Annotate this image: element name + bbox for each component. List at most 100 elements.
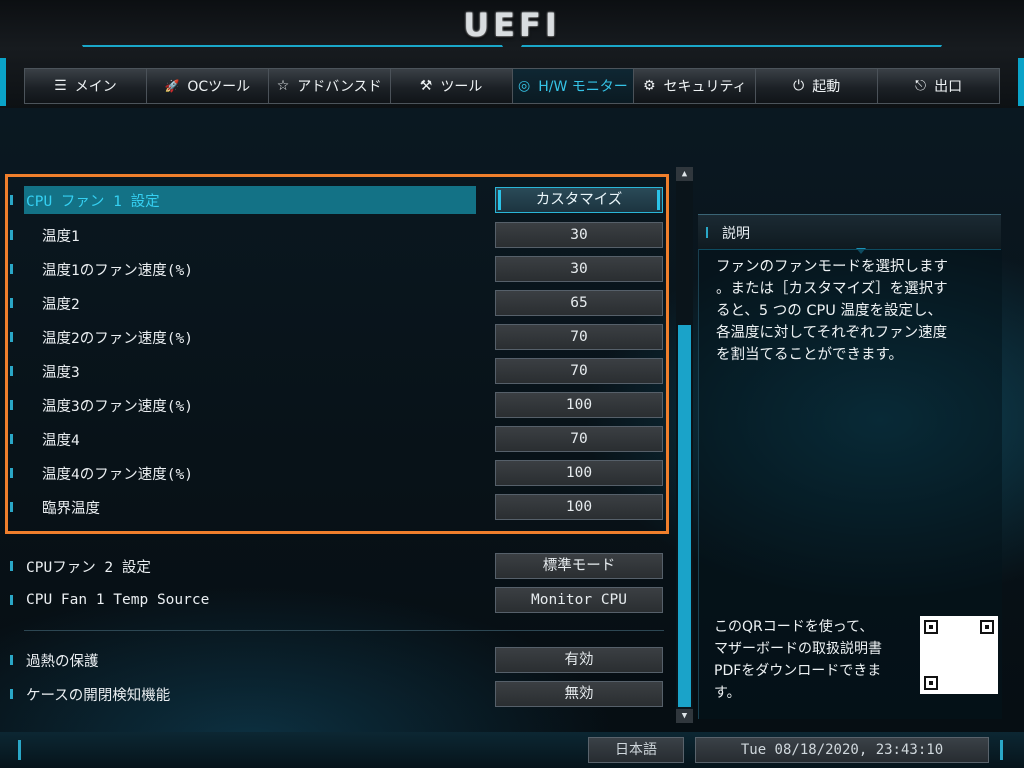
setting-label: 温度2のファン速度(%): [42, 330, 193, 347]
qr-code-icon: [920, 616, 998, 694]
value-field[interactable]: 100: [495, 494, 663, 520]
setting-label: 温度3: [42, 364, 80, 381]
tab-hw-monitor[interactable]: ◎ H/W モニター: [512, 69, 635, 103]
value-field[interactable]: 70: [495, 324, 663, 350]
row-marker: [10, 655, 13, 665]
row-marker: [10, 502, 13, 512]
setting-temp3[interactable]: 温度3 70: [10, 357, 666, 385]
row-marker: [10, 434, 13, 444]
setting-label: CPUファン 2 設定: [26, 559, 151, 576]
value-field[interactable]: 70: [495, 358, 663, 384]
fan-mode-select[interactable]: カスタマイズ: [495, 187, 663, 213]
setting-fan1-temp-source[interactable]: CPU Fan 1 Temp Source Monitor CPU: [10, 586, 666, 614]
main-tab-bar: ☰ メイン 🚀 OCツール ☆ アドバンスド ⚒ ツール ◎ H/W モニター …: [24, 68, 1000, 104]
tab-label: アドバンスド: [297, 79, 382, 95]
value-field[interactable]: 30: [495, 256, 663, 282]
setting-label: 温度4のファン速度(%): [42, 466, 193, 483]
description-text: ファンのファンモードを選択します 。または［カスタマイズ］を選択す ると、5 つ…: [716, 259, 948, 363]
setting-temp1-fan-speed[interactable]: 温度1のファン速度(%) 30: [10, 255, 666, 283]
value-field[interactable]: 有効: [495, 647, 663, 673]
tab-main[interactable]: ☰ メイン: [25, 69, 147, 103]
qr-caption: このQRコードを使って、 マザーボードの取扱説明書 PDFをダウンロードできま …: [714, 619, 882, 701]
row-marker: [10, 195, 13, 205]
setting-label: 温度1のファン速度(%): [42, 262, 193, 279]
uefi-logo: UEFI: [463, 6, 561, 44]
setting-temp4[interactable]: 温度4 70: [10, 425, 666, 453]
value-field[interactable]: 100: [495, 392, 663, 418]
tools-icon: ⚒: [419, 78, 433, 94]
security-shield-icon: ⚙: [642, 78, 656, 94]
date-time-display: Tue 08/18/2020, 23:43:10: [695, 737, 989, 763]
tab-label: 起動: [812, 79, 841, 95]
star-icon: ☆: [276, 78, 290, 94]
setting-label: CPU Fan 1 Temp Source: [26, 592, 210, 608]
qr-finder: [924, 676, 938, 690]
setting-label: 温度3のファン速度(%): [42, 398, 193, 415]
tab-label: H/W モニター: [538, 79, 628, 95]
settings-scrollbar[interactable]: ▲ ▼: [676, 167, 693, 723]
setting-label: CPU ファン 1 設定: [26, 193, 160, 210]
tab-label: 出口: [934, 79, 963, 95]
setting-label: ケースの開閉検知機能: [26, 687, 171, 704]
row-marker: [10, 230, 13, 240]
value-field[interactable]: 無効: [495, 681, 663, 707]
tab-label: ツール: [440, 79, 483, 95]
value-field[interactable]: 30: [495, 222, 663, 248]
right-accent-strip: [1018, 58, 1024, 106]
value-field[interactable]: 65: [495, 290, 663, 316]
tab-label: OCツール: [187, 79, 251, 95]
tab-label: セキュリティ: [663, 79, 747, 95]
row-marker: [10, 468, 13, 478]
setting-label: 過熱の保護: [26, 653, 99, 670]
menu-icon: ☰: [54, 78, 67, 94]
value-field[interactable]: 100: [495, 460, 663, 486]
row-marker: [706, 227, 708, 238]
row-marker: [10, 400, 13, 410]
exit-door-icon: ⎋: [915, 78, 927, 94]
tab-tools[interactable]: ⚒ ツール: [391, 69, 513, 103]
tab-security[interactable]: ⚙ セキュリティ: [634, 69, 757, 103]
scroll-down-icon[interactable]: ▼: [676, 709, 693, 723]
setting-temp1[interactable]: 温度1 30: [10, 221, 666, 249]
setting-cpu-fan1[interactable]: CPU ファン 1 設定 カスタマイズ: [10, 186, 666, 214]
setting-temp4-fan-speed[interactable]: 温度4のファン速度(%) 100: [10, 459, 666, 487]
row-marker: [10, 332, 13, 342]
monitor-gauge-icon: ◎: [518, 78, 531, 94]
setting-label: 温度4: [42, 432, 80, 449]
footer-left-marker: [18, 740, 21, 760]
footer-right-marker: [1000, 740, 1003, 760]
tab-oc-tools[interactable]: 🚀 OCツール: [147, 69, 269, 103]
scroll-up-icon[interactable]: ▲: [676, 167, 693, 181]
row-marker: [10, 595, 13, 605]
tab-exit[interactable]: ⎋ 出口: [878, 69, 999, 103]
language-button[interactable]: 日本語: [588, 737, 684, 763]
left-accent-strip: [0, 58, 6, 106]
row-marker: [10, 561, 13, 571]
setting-temp2-fan-speed[interactable]: 温度2のファン速度(%) 70: [10, 323, 666, 351]
tab-boot[interactable]: ⏻ 起動: [756, 69, 879, 103]
description-title: 説明: [722, 226, 750, 242]
scroll-thumb[interactable]: [678, 325, 691, 707]
value-field[interactable]: 標準モード: [495, 553, 663, 579]
setting-temp2[interactable]: 温度2 65: [10, 289, 666, 317]
setting-label: 温度1: [42, 228, 80, 245]
row-marker: [10, 689, 13, 699]
setting-label: 臨界温度: [42, 500, 100, 517]
power-icon: ⏻: [793, 78, 805, 94]
setting-chassis-intrusion[interactable]: ケースの開閉検知機能 無効: [10, 680, 666, 708]
row-marker: [10, 366, 13, 376]
tab-advanced[interactable]: ☆ アドバンスド: [269, 69, 391, 103]
description-header: 説明: [698, 214, 1001, 254]
setting-temp3-fan-speed[interactable]: 温度3のファン速度(%) 100: [10, 391, 666, 419]
row-marker: [10, 298, 13, 308]
setting-critical-temp[interactable]: 臨界温度 100: [10, 493, 666, 521]
value-field[interactable]: Monitor CPU: [495, 587, 663, 613]
setting-overheat-protection[interactable]: 過熱の保護 有効: [10, 646, 666, 674]
qr-finder: [924, 620, 938, 634]
value-field[interactable]: 70: [495, 426, 663, 452]
setting-cpu-fan2[interactable]: CPUファン 2 設定 標準モード: [10, 552, 666, 580]
rocket-icon: 🚀: [164, 79, 180, 93]
qr-finder: [980, 620, 994, 634]
setting-label: 温度2: [42, 296, 80, 313]
section-divider: [24, 630, 664, 631]
